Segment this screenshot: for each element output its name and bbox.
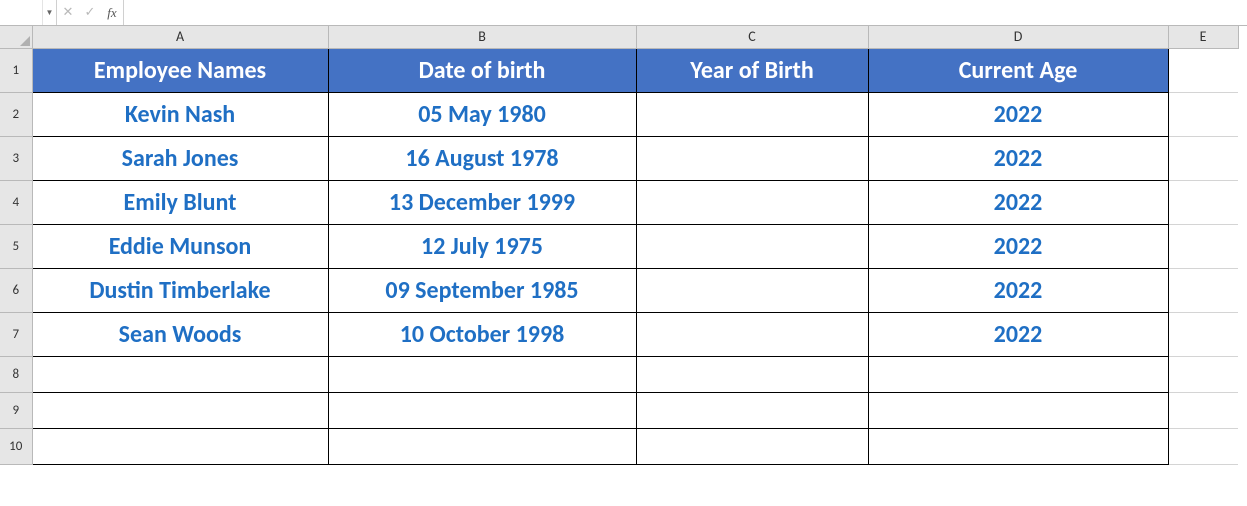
row-header-2[interactable]: 2 bbox=[0, 92, 32, 136]
cell-yob[interactable] bbox=[636, 312, 868, 356]
cell-E1[interactable] bbox=[1168, 48, 1238, 92]
header-year-of-birth[interactable]: Year of Birth bbox=[636, 48, 868, 92]
cell-yob[interactable] bbox=[636, 180, 868, 224]
cell-yob[interactable] bbox=[636, 136, 868, 180]
cell-D9[interactable] bbox=[868, 392, 1168, 428]
cell-E8[interactable] bbox=[1168, 356, 1238, 392]
cell-E7[interactable] bbox=[1168, 312, 1238, 356]
cell-age[interactable]: 2022 bbox=[868, 92, 1168, 136]
col-header-E[interactable]: E bbox=[1168, 26, 1238, 48]
cell-E10[interactable] bbox=[1168, 428, 1238, 464]
name-box-dropdown-icon[interactable]: ▼ bbox=[42, 0, 56, 25]
cell-D10[interactable] bbox=[868, 428, 1168, 464]
cell-B8[interactable] bbox=[328, 356, 636, 392]
cell-C9[interactable] bbox=[636, 392, 868, 428]
header-date-of-birth[interactable]: Date of birth bbox=[328, 48, 636, 92]
row-4: 4 Emily Blunt 13 December 1999 2022 bbox=[0, 180, 1238, 224]
cell-D8[interactable] bbox=[868, 356, 1168, 392]
cell-yob[interactable] bbox=[636, 224, 868, 268]
cell-dob[interactable]: 16 August 1978 bbox=[328, 136, 636, 180]
col-header-C[interactable]: C bbox=[636, 26, 868, 48]
cell-dob[interactable]: 05 May 1980 bbox=[328, 92, 636, 136]
cell-name[interactable]: Emily Blunt bbox=[32, 180, 328, 224]
cell-name[interactable]: Eddie Munson bbox=[32, 224, 328, 268]
formula-bar: ▼ ✕ ✓ fx bbox=[0, 0, 1247, 26]
row-10: 10 bbox=[0, 428, 1238, 464]
cell-dob[interactable]: 10 October 1998 bbox=[328, 312, 636, 356]
row-header-8[interactable]: 8 bbox=[0, 356, 32, 392]
cell-age[interactable]: 2022 bbox=[868, 268, 1168, 312]
cell-E3[interactable] bbox=[1168, 136, 1238, 180]
name-box[interactable] bbox=[0, 0, 42, 25]
fx-icon[interactable]: fx bbox=[105, 5, 119, 21]
column-header-row: A B C D E bbox=[0, 26, 1238, 48]
row-header-7[interactable]: 7 bbox=[0, 312, 32, 356]
formula-buttons: ✕ ✓ fx bbox=[57, 0, 124, 25]
name-box-wrap: ▼ bbox=[0, 0, 57, 25]
col-header-B[interactable]: B bbox=[328, 26, 636, 48]
row-header-9[interactable]: 9 bbox=[0, 392, 32, 428]
row-9: 9 bbox=[0, 392, 1238, 428]
cell-E6[interactable] bbox=[1168, 268, 1238, 312]
cell-B9[interactable] bbox=[328, 392, 636, 428]
cell-name[interactable]: Dustin Timberlake bbox=[32, 268, 328, 312]
cell-E2[interactable] bbox=[1168, 92, 1238, 136]
row-2: 2 Kevin Nash 05 May 1980 2022 bbox=[0, 92, 1238, 136]
cell-A10[interactable] bbox=[32, 428, 328, 464]
cell-age[interactable]: 2022 bbox=[868, 136, 1168, 180]
enter-icon[interactable]: ✓ bbox=[83, 5, 97, 20]
cell-name[interactable]: Kevin Nash bbox=[32, 92, 328, 136]
cell-C10[interactable] bbox=[636, 428, 868, 464]
row-6: 6 Dustin Timberlake 09 September 1985 20… bbox=[0, 268, 1238, 312]
cell-age[interactable]: 2022 bbox=[868, 224, 1168, 268]
row-header-10[interactable]: 10 bbox=[0, 428, 32, 464]
cell-E4[interactable] bbox=[1168, 180, 1238, 224]
cell-B10[interactable] bbox=[328, 428, 636, 464]
cell-name[interactable]: Sean Woods bbox=[32, 312, 328, 356]
select-all-corner[interactable] bbox=[0, 26, 32, 48]
cell-dob[interactable]: 09 September 1985 bbox=[328, 268, 636, 312]
cell-A8[interactable] bbox=[32, 356, 328, 392]
spreadsheet-grid: A B C D E 1 Employee Names Date of birth… bbox=[0, 26, 1247, 465]
row-header-4[interactable]: 4 bbox=[0, 180, 32, 224]
row-1: 1 Employee Names Date of birth Year of B… bbox=[0, 48, 1238, 92]
cell-A9[interactable] bbox=[32, 392, 328, 428]
row-header-6[interactable]: 6 bbox=[0, 268, 32, 312]
grid-table: A B C D E 1 Employee Names Date of birth… bbox=[0, 26, 1239, 465]
cell-dob[interactable]: 13 December 1999 bbox=[328, 180, 636, 224]
cell-name[interactable]: Sarah Jones bbox=[32, 136, 328, 180]
cell-age[interactable]: 2022 bbox=[868, 312, 1168, 356]
row-header-3[interactable]: 3 bbox=[0, 136, 32, 180]
cell-dob[interactable]: 12 July 1975 bbox=[328, 224, 636, 268]
row-5: 5 Eddie Munson 12 July 1975 2022 bbox=[0, 224, 1238, 268]
cell-age[interactable]: 2022 bbox=[868, 180, 1168, 224]
cancel-icon[interactable]: ✕ bbox=[61, 5, 75, 20]
row-header-5[interactable]: 5 bbox=[0, 224, 32, 268]
cell-yob[interactable] bbox=[636, 92, 868, 136]
header-current-age[interactable]: Current Age bbox=[868, 48, 1168, 92]
formula-input[interactable] bbox=[124, 0, 1247, 25]
cell-E9[interactable] bbox=[1168, 392, 1238, 428]
col-header-D[interactable]: D bbox=[868, 26, 1168, 48]
cell-C8[interactable] bbox=[636, 356, 868, 392]
row-header-1[interactable]: 1 bbox=[0, 48, 32, 92]
cell-E5[interactable] bbox=[1168, 224, 1238, 268]
header-employee-names[interactable]: Employee Names bbox=[32, 48, 328, 92]
row-8: 8 bbox=[0, 356, 1238, 392]
col-header-A[interactable]: A bbox=[32, 26, 328, 48]
cell-yob[interactable] bbox=[636, 268, 868, 312]
row-3: 3 Sarah Jones 16 August 1978 2022 bbox=[0, 136, 1238, 180]
row-7: 7 Sean Woods 10 October 1998 2022 bbox=[0, 312, 1238, 356]
